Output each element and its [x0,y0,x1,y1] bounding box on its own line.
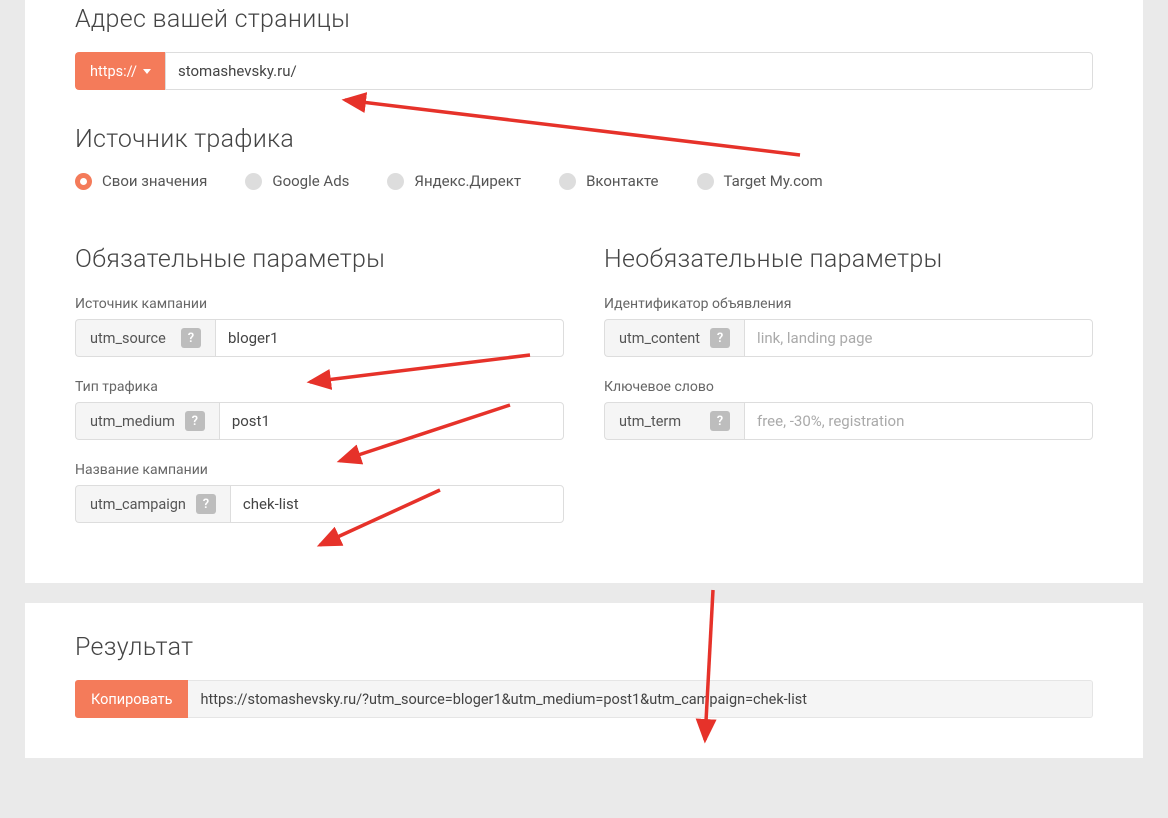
traffic-radio-row: Свои значения Google Ads Яндекс.Директ В… [75,172,1093,190]
url-input-group: https:// [75,52,1093,90]
params-columns: Обязательные параметры Источник кампании… [75,245,1093,523]
address-heading: Адрес вашей страницы [75,5,1093,34]
radio-yandex-direct[interactable]: Яндекс.Директ [387,172,521,190]
tag-text: utm_medium [90,413,175,430]
utm-campaign-label: Название кампании [75,462,564,478]
utm-term-tag: utm_term ? [604,402,744,440]
tag-text: utm_campaign [90,496,186,513]
main-card: Адрес вашей страницы https:// Источник т… [25,0,1143,583]
protocol-dropdown[interactable]: https:// [75,52,165,90]
tag-text: utm_source [90,330,166,347]
help-icon[interactable]: ? [196,494,216,514]
help-icon[interactable]: ? [181,328,201,348]
protocol-label: https:// [90,63,137,80]
optional-column: Необязательные параметры Идентификатор о… [604,245,1093,523]
radio-label: Target My.com [724,172,823,190]
utm-content-group: utm_content ? [604,319,1093,357]
utm-source-input[interactable] [215,319,564,357]
optional-heading: Необязательные параметры [604,245,1093,274]
radio-icon [245,173,262,190]
utm-source-group: utm_source ? [75,319,564,357]
radio-own-values[interactable]: Свои значения [75,172,207,190]
result-url[interactable]: https://stomashevsky.ru/?utm_source=blog… [188,680,1093,718]
help-icon[interactable]: ? [710,411,730,431]
utm-campaign-input[interactable] [230,485,564,523]
utm-medium-input[interactable] [219,402,564,440]
help-icon[interactable]: ? [710,328,730,348]
utm-source-tag: utm_source ? [75,319,215,357]
required-heading: Обязательные параметры [75,245,564,274]
radio-icon [697,173,714,190]
radio-target-mycom[interactable]: Target My.com [697,172,823,190]
tag-text: utm_content [619,330,700,347]
result-row: Копировать https://stomashevsky.ru/?utm_… [75,680,1093,718]
utm-content-tag: utm_content ? [604,319,744,357]
radio-icon [75,173,92,190]
help-icon[interactable]: ? [185,411,205,431]
radio-label: Свои значения [102,172,207,190]
utm-term-label: Ключевое слово [604,379,1093,395]
url-input[interactable] [165,52,1093,90]
radio-label: Яндекс.Директ [414,172,521,190]
utm-content-label: Идентификатор объявления [604,296,1093,312]
utm-medium-tag: utm_medium ? [75,402,219,440]
utm-content-input[interactable] [744,319,1093,357]
copy-button[interactable]: Копировать [75,680,188,718]
traffic-heading: Источник трафика [75,125,1093,154]
traffic-source-section: Источник трафика Свои значения Google Ad… [75,125,1093,190]
radio-label: Google Ads [272,172,349,190]
utm-campaign-tag: utm_campaign ? [75,485,230,523]
utm-term-group: utm_term ? [604,402,1093,440]
copy-label: Копировать [91,691,172,708]
radio-label: Вконтакте [586,172,658,190]
result-heading: Результат [75,633,1093,662]
utm-term-input[interactable] [744,402,1093,440]
required-column: Обязательные параметры Источник кампании… [75,245,564,523]
utm-medium-label: Тип трафика [75,379,564,395]
utm-medium-group: utm_medium ? [75,402,564,440]
caret-down-icon [143,69,151,74]
tag-text: utm_term [619,413,681,430]
radio-icon [559,173,576,190]
radio-icon [387,173,404,190]
radio-google-ads[interactable]: Google Ads [245,172,349,190]
utm-campaign-group: utm_campaign ? [75,485,564,523]
utm-source-label: Источник кампании [75,296,564,312]
radio-vkontakte[interactable]: Вконтакте [559,172,658,190]
result-card: Результат Копировать https://stomashevsk… [25,603,1143,758]
